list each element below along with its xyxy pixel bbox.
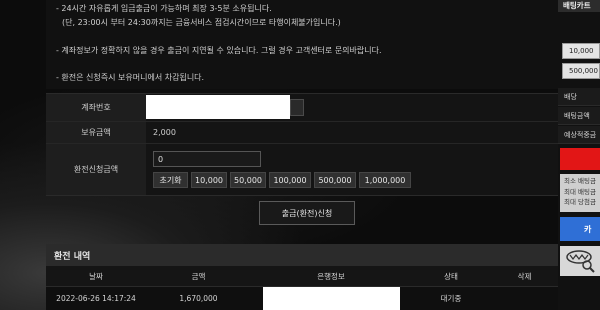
place-bet-button[interactable]: 카 <box>560 217 600 241</box>
add-100000-button[interactable]: 100,000 <box>269 172 311 188</box>
row-date: 2022-06-26 14:17:24 <box>56 294 136 303</box>
bet-cart-title: 배팅카트 <box>558 0 600 12</box>
account-row: 계좌번호 <box>46 94 558 122</box>
history-title: 환전 내역 <box>46 244 558 266</box>
account-select-button[interactable] <box>290 99 304 116</box>
reset-button[interactable]: 초기화 <box>153 172 188 188</box>
max-bet-label: 최대 배팅금 <box>564 187 596 196</box>
bet-limits-info: 최소 배팅금 최대 배팅금 최대 당첨금 <box>560 174 600 212</box>
bet-cart-sidebar: 배팅카트 10,000 500,000 배당 배팅금액 예상적중금 최소 배팅금… <box>558 0 600 310</box>
max-win-label: 최대 당첨금 <box>564 198 596 206</box>
column-header-bank: 은행정보 <box>317 271 345 281</box>
account-number-masked <box>146 95 290 119</box>
bet-amount-500000-button[interactable]: 500,000 <box>562 63 600 79</box>
row-status: 대기중 <box>440 294 462 303</box>
table-row: 2022-06-26 14:17:24 1,670,000 대기중 <box>46 287 558 310</box>
www-search-banner[interactable] <box>560 246 600 276</box>
add-1000000-button[interactable]: 1,000,000 <box>359 172 411 188</box>
column-header-status: 상태 <box>444 271 458 281</box>
bet-amount-label: 배팅금액 <box>558 107 600 125</box>
expected-win-label: 예상적중금 <box>558 126 600 144</box>
notice-line: - 계좌정보가 정확하지 않을 경우 출금이 지연될 수 있습니다. 그럴 경우… <box>56 46 382 55</box>
withdraw-request-button[interactable]: 출금(환전)신청 <box>259 201 355 225</box>
notice-box: - 24시간 자유롭게 입금출금이 가능하며 최장 3-5분 소유됩니다. (단… <box>46 0 558 89</box>
row-amount: 1,670,000 <box>179 294 218 303</box>
column-header-date: 날짜 <box>89 271 103 281</box>
add-10000-button[interactable]: 10,000 <box>191 172 227 188</box>
balance-value: 2,000 <box>153 128 176 137</box>
column-header-amount: 금액 <box>191 271 206 281</box>
column-header-delete: 삭제 <box>517 271 532 281</box>
amount-label: 환전신청금액 <box>46 144 146 195</box>
account-label: 계좌번호 <box>46 94 146 121</box>
add-500000-button[interactable]: 500,000 <box>314 172 356 188</box>
balance-label: 보유금액 <box>46 122 146 143</box>
min-bet-label: 최소 배팅금 <box>564 177 596 185</box>
exchange-panel: - 24시간 자유롭게 입금출금이 가능하며 최장 3-5분 소유됩니다. (단… <box>46 0 558 310</box>
row-bank-masked <box>263 287 400 310</box>
balance-row: 보유금액 2,000 <box>46 122 558 144</box>
www-search-icon <box>566 250 595 273</box>
notice-line: - 24시간 자유롭게 입금출금이 가능하며 최장 3-5분 소유됩니다. <box>56 4 272 13</box>
clear-cart-button[interactable] <box>560 148 600 170</box>
notice-line: (단, 23:00시 부터 24:30까지는 금융서비스 점검시간이므로 타행이… <box>62 18 341 27</box>
bet-amount-10000-button[interactable]: 10,000 <box>562 43 600 59</box>
notice-line: - 환전은 신청즉시 보유머니에서 차감됩니다. <box>56 73 205 82</box>
history-header: 날짜 금액 은행정보 상태 삭제 <box>46 266 558 287</box>
withdraw-form: 계좌번호 보유금액 2,000 환전신청금액 초기화 10,000 50,000… <box>46 93 558 196</box>
exchange-history: 환전 내역 날짜 금액 은행정보 상태 삭제 2022-06-26 14:17:… <box>46 244 558 310</box>
add-50000-button[interactable]: 50,000 <box>230 172 266 188</box>
amount-row: 환전신청금액 초기화 10,000 50,000 100,000 500,000… <box>46 144 558 195</box>
amount-input[interactable] <box>153 151 261 167</box>
odds-label: 배당 <box>558 88 600 106</box>
